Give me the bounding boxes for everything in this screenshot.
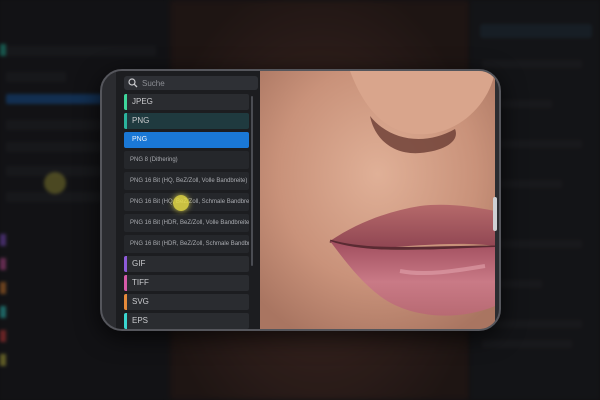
format-item[interactable]: GIF	[124, 256, 249, 272]
format-item-label: PNG	[132, 116, 150, 125]
format-item-label: TIFF	[132, 278, 149, 287]
format-item-label: GIF	[132, 259, 146, 268]
format-item-label: EPS	[132, 316, 149, 325]
photo-preview	[260, 71, 495, 329]
format-item-label: PNG 16 Bit (HDR, BeZ/Zoll, Volle Bandbre…	[130, 220, 249, 226]
format-item[interactable]: PNG	[124, 132, 249, 148]
format-item[interactable]: PNG 16 Bit (HQ, BeZ/Zoll, Volle Bandbrei…	[124, 172, 249, 190]
format-item[interactable]: JPEG	[124, 94, 249, 110]
format-color-tag	[124, 294, 127, 310]
format-item-label: PNG 16 Bit (HQ, BeZ/Zoll, Volle Bandbrei…	[130, 178, 248, 184]
format-color-tag	[124, 313, 127, 329]
format-color-tag	[124, 256, 127, 272]
frame-scroll-handle[interactable]	[493, 197, 497, 231]
format-color-tag	[124, 113, 127, 129]
search-box[interactable]	[124, 76, 258, 90]
format-item[interactable]: PNG 16 Bit (HDR, BeZ/Zoll, Schmale Bandb…	[124, 235, 249, 253]
format-item[interactable]: TIFF	[124, 275, 249, 291]
screen: JPEG PNG PNG PNG 8 (Dithering) PNG 16 Bit (H…	[0, 0, 600, 400]
search-icon	[128, 78, 138, 88]
format-color-tag	[124, 275, 127, 291]
format-item[interactable]: PNG 16 Bit (HDR, BeZ/Zoll, Volle Bandbre…	[124, 214, 249, 232]
search-input[interactable]	[142, 76, 252, 90]
format-item[interactable]: PNG	[124, 113, 249, 129]
format-item[interactable]: EPS	[124, 313, 249, 329]
format-item-label: PNG 8 (Dithering)	[130, 157, 178, 163]
format-color-tag	[124, 94, 127, 110]
format-item-label: PNG 16 Bit (HDR, BeZ/Zoll, Schmale Bandb…	[130, 241, 249, 247]
format-item-label: PNG 16 Bit (HQ, BeZ/Zoll, Schmale Bandbr…	[130, 199, 249, 205]
lips-closeup-image	[260, 71, 495, 329]
list-scrollbar[interactable]	[251, 96, 253, 266]
format-item-label: JPEG	[132, 97, 153, 106]
format-item-label: PNG	[132, 136, 148, 143]
zoom-frame: JPEG PNG PNG PNG 8 (Dithering) PNG 16 Bit (H…	[100, 69, 501, 331]
format-item[interactable]: SVG	[124, 294, 249, 310]
format-item-label: SVG	[132, 297, 149, 306]
format-item[interactable]: PNG 8 (Dithering)	[124, 151, 249, 169]
cursor-highlight	[173, 195, 189, 211]
format-list: JPEG PNG PNG PNG 8 (Dithering) PNG 16 Bit (H…	[124, 94, 249, 329]
